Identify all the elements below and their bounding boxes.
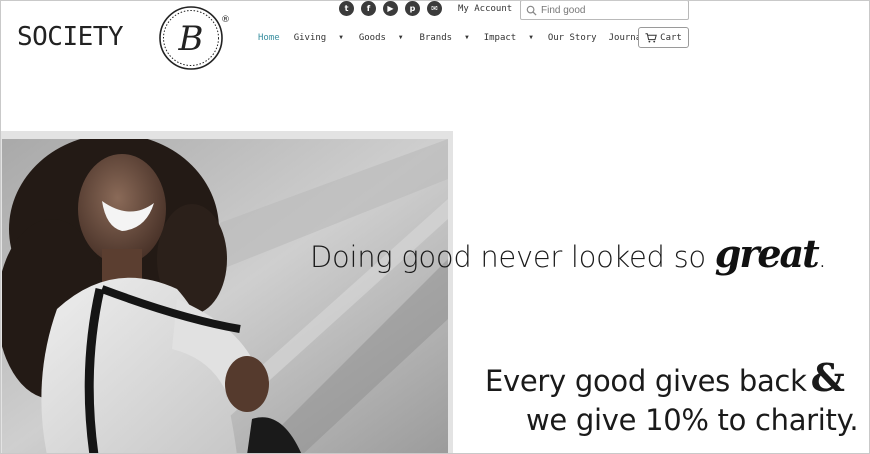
nav-label-our-story: Our Story	[547, 33, 597, 43]
nav-item-goods[interactable]: Goods ▼	[359, 33, 403, 43]
site-logo[interactable]: SOCIETY B ®	[17, 5, 232, 71]
chevron-down-icon: ▼	[339, 33, 343, 41]
headline-accent: great	[714, 231, 820, 276]
youtube-icon[interactable]: ▶	[383, 1, 398, 16]
nav-label-home: Home	[258, 33, 280, 43]
ampersand: &	[810, 355, 845, 400]
cart-icon	[645, 32, 658, 42]
search-input[interactable]	[541, 2, 685, 18]
hero-photo	[2, 139, 448, 453]
search-box	[520, 1, 689, 20]
hero-subline-1: Every good gives back &	[485, 355, 845, 400]
nav-item-impact[interactable]: Impact ▼	[484, 33, 533, 43]
headline-text: Doing good never looked so	[310, 240, 715, 274]
cart-button[interactable]: Cart	[638, 27, 689, 48]
nav-item-our-story[interactable]: Our Story	[548, 33, 597, 43]
chevron-down-icon: ▼	[398, 33, 403, 41]
logo-badge-letter: B	[178, 19, 204, 59]
nav-label-brands: Brands	[419, 33, 453, 43]
headline-period: .	[817, 240, 827, 274]
social-links: t f ▶ p ✉	[339, 1, 442, 16]
my-account-link[interactable]: My Account	[458, 4, 512, 14]
search-icon	[526, 5, 537, 16]
nav-item-brands[interactable]: Brands ▼	[420, 33, 469, 43]
subline-1-text: Every good gives back	[485, 364, 807, 398]
hero-headline: Doing good never looked so great.	[310, 231, 827, 276]
page-frame: SOCIETY B ® t f ▶ p ✉ My Account Home Gi…	[0, 0, 870, 454]
logo-wordmark: SOCIETY	[17, 22, 124, 52]
nav-label-goods: Goods	[358, 33, 386, 43]
nav-label-giving: Giving	[293, 33, 327, 43]
facebook-icon[interactable]: f	[361, 1, 376, 16]
nav-item-giving[interactable]: Giving ▼	[294, 33, 343, 43]
nav-label-impact: Impact	[483, 33, 517, 43]
pinterest-icon[interactable]: p	[405, 1, 420, 16]
email-icon[interactable]: ✉	[427, 1, 442, 16]
cart-label: Cart	[660, 32, 682, 43]
registered-mark: ®	[221, 15, 230, 25]
main-nav: Home Giving ▼ Goods ▼ Brands ▼ Impact ▼ …	[258, 33, 647, 43]
chevron-down-icon: ▼	[529, 33, 533, 41]
twitter-icon[interactable]: t	[339, 1, 354, 16]
chevron-down-icon: ▼	[465, 33, 469, 41]
logo-badge-icon: B	[159, 6, 223, 70]
hero-subline-2: we give 10% to charity.	[526, 403, 859, 437]
nav-item-home[interactable]: Home	[258, 33, 280, 43]
